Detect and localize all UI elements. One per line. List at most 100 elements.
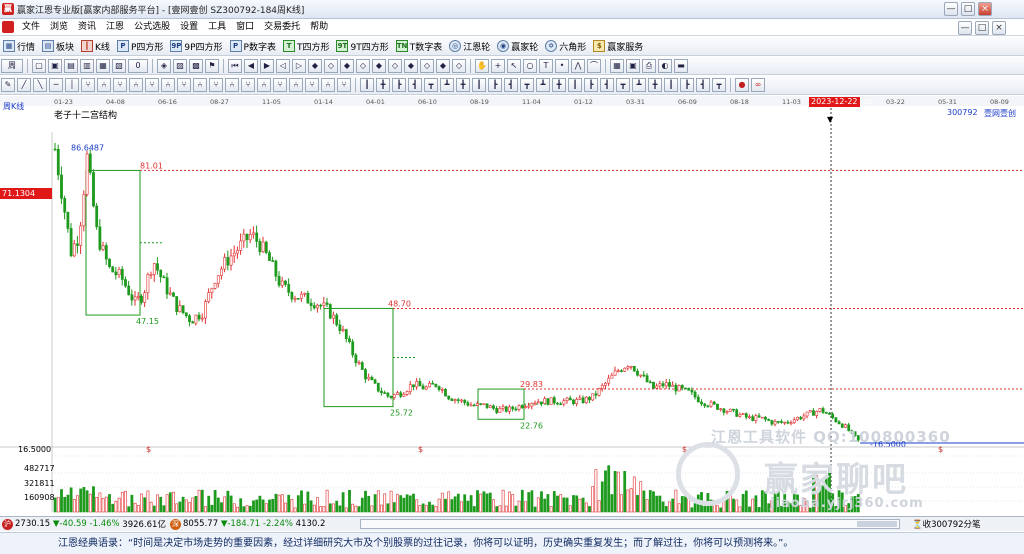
diamond-7-icon[interactable]: ◆: [404, 58, 418, 73]
bar-16-icon[interactable]: ┫: [600, 78, 614, 92]
bar-12-icon[interactable]: ┻: [536, 78, 550, 92]
fork-7-icon[interactable]: ⑂: [177, 78, 191, 92]
period-select[interactable]: 周: [1, 58, 23, 73]
menu-settings[interactable]: 设置: [175, 19, 203, 36]
maximize-button[interactable]: □: [961, 2, 975, 16]
minimize-button[interactable]: —: [944, 2, 958, 16]
diamond-8-icon[interactable]: ◇: [420, 58, 434, 73]
hexagon-button[interactable]: ✡ 六角形: [542, 38, 590, 55]
bar-17-icon[interactable]: ┳: [616, 78, 630, 92]
fan-icon[interactable]: ⋀: [571, 58, 585, 73]
tool-3-icon[interactable]: ▤: [64, 58, 78, 73]
menu-trade[interactable]: 交易委托: [259, 19, 305, 36]
text-icon[interactable]: T: [539, 58, 553, 73]
fork-3-icon[interactable]: ⑂: [113, 78, 127, 92]
winner-service-button[interactable]: $ 赢家服务: [590, 38, 647, 55]
bar-23-icon[interactable]: ┳: [712, 78, 726, 92]
bar-19-icon[interactable]: ╋: [648, 78, 662, 92]
fork-17-icon[interactable]: ⑂: [337, 78, 351, 92]
bar-22-icon[interactable]: ┫: [696, 78, 710, 92]
fork-10-icon[interactable]: ⑃: [225, 78, 239, 92]
tool-8-icon[interactable]: ▨: [173, 58, 187, 73]
diamond-1-icon[interactable]: ◆: [308, 58, 322, 73]
color-icon[interactable]: ●: [735, 78, 749, 92]
mdi-restore-button[interactable]: □: [975, 21, 989, 35]
bar-11-icon[interactable]: ┳: [520, 78, 534, 92]
tool-1-icon[interactable]: ▢: [32, 58, 46, 73]
menu-info[interactable]: 资讯: [73, 19, 101, 36]
gann-wheel-button[interactable]: ◎ 江恩轮: [446, 38, 494, 55]
pointer-icon[interactable]: ↖: [507, 58, 521, 73]
menu-help[interactable]: 帮助: [305, 19, 333, 36]
zero-select[interactable]: 0: [128, 58, 148, 73]
fork-15-icon[interactable]: ⑂: [305, 78, 319, 92]
infinity-icon[interactable]: ∞: [751, 78, 765, 92]
bar-10-icon[interactable]: ┫: [504, 78, 518, 92]
menu-formula-select[interactable]: 公式选股: [129, 19, 175, 36]
bar-3-icon[interactable]: ┣: [392, 78, 406, 92]
calendar-icon[interactable]: ▦: [610, 58, 624, 73]
quotes-button[interactable]: ▦ 行情: [0, 38, 39, 55]
fork-1-icon[interactable]: ⑂: [81, 78, 95, 92]
prev-icon[interactable]: ◀: [244, 58, 258, 73]
bar-14-icon[interactable]: ┃: [568, 78, 582, 92]
close-button[interactable]: ×: [978, 2, 992, 16]
menu-window[interactable]: 窗口: [231, 19, 259, 36]
bar-9-icon[interactable]: ┣: [488, 78, 502, 92]
back-icon[interactable]: ◁: [276, 58, 290, 73]
fork-14-icon[interactable]: ⑃: [289, 78, 303, 92]
menu-file[interactable]: 文件: [17, 19, 45, 36]
palette-icon[interactable]: ◐: [658, 58, 672, 73]
car-icon[interactable]: ▬: [674, 58, 688, 73]
diamond-9-icon[interactable]: ◆: [436, 58, 450, 73]
kline-chart[interactable]: 01-23 04-08 06-16 08-27 11-05 01-14 04-01 06-10…: [0, 96, 1024, 516]
bar-21-icon[interactable]: ┣: [680, 78, 694, 92]
save-icon[interactable]: ▣: [626, 58, 640, 73]
bar-7-icon[interactable]: ╋: [456, 78, 470, 92]
bar-4-icon[interactable]: ┫: [408, 78, 422, 92]
t-number-table-button[interactable]: TN T数字表: [393, 38, 447, 55]
fork-16-icon[interactable]: ⑃: [321, 78, 335, 92]
line-4-icon[interactable]: │: [65, 78, 79, 92]
9p-square-button[interactable]: 9P 9P四方形: [167, 38, 226, 55]
tool-7-icon[interactable]: ◈: [157, 58, 171, 73]
bar-8-icon[interactable]: ┃: [472, 78, 486, 92]
arc-icon[interactable]: ⌒: [587, 58, 601, 73]
diamond-10-icon[interactable]: ◇: [452, 58, 466, 73]
scrollbar-thumb[interactable]: [857, 521, 897, 527]
9t-square-button[interactable]: 9T 9T四方形: [333, 38, 392, 55]
forward-icon[interactable]: ▷: [292, 58, 306, 73]
crosshair-icon[interactable]: +: [491, 58, 505, 73]
kline-button[interactable]: ┃ K线: [78, 38, 114, 55]
menu-browse[interactable]: 浏览: [45, 19, 73, 36]
fork-9-icon[interactable]: ⑂: [209, 78, 223, 92]
hand-icon[interactable]: ✋: [475, 58, 489, 73]
fork-8-icon[interactable]: ⑃: [193, 78, 207, 92]
dot-icon[interactable]: •: [555, 58, 569, 73]
tick-detail-link[interactable]: ⏳收300792分笔: [912, 518, 981, 530]
bar-2-icon[interactable]: ╋: [376, 78, 390, 92]
diamond-4-icon[interactable]: ◇: [356, 58, 370, 73]
menu-gann[interactable]: 江恩: [101, 19, 129, 36]
diamond-2-icon[interactable]: ◇: [324, 58, 338, 73]
p-square-button[interactable]: P P四方形: [114, 38, 167, 55]
line-1-icon[interactable]: ╱: [17, 78, 31, 92]
fork-6-icon[interactable]: ⑃: [161, 78, 175, 92]
line-2-icon[interactable]: ╲: [33, 78, 47, 92]
tool-4-icon[interactable]: ▥: [80, 58, 94, 73]
flag-icon[interactable]: ⚑: [205, 58, 219, 73]
winner-wheel-button[interactable]: ◉ 赢家轮: [494, 38, 542, 55]
pencil-icon[interactable]: ✎: [1, 78, 15, 92]
fork-2-icon[interactable]: ⑃: [97, 78, 111, 92]
tool-6-icon[interactable]: ▧: [112, 58, 126, 73]
mdi-close-button[interactable]: ×: [992, 21, 1006, 35]
fork-5-icon[interactable]: ⑂: [145, 78, 159, 92]
bar-13-icon[interactable]: ╋: [552, 78, 566, 92]
mdi-minimize-button[interactable]: —: [958, 21, 972, 35]
bar-20-icon[interactable]: ┃: [664, 78, 678, 92]
tool-9-icon[interactable]: ▩: [189, 58, 203, 73]
fork-13-icon[interactable]: ⑂: [273, 78, 287, 92]
tool-2-icon[interactable]: ▣: [48, 58, 62, 73]
bar-18-icon[interactable]: ┻: [632, 78, 646, 92]
circle-icon[interactable]: ○: [523, 58, 537, 73]
